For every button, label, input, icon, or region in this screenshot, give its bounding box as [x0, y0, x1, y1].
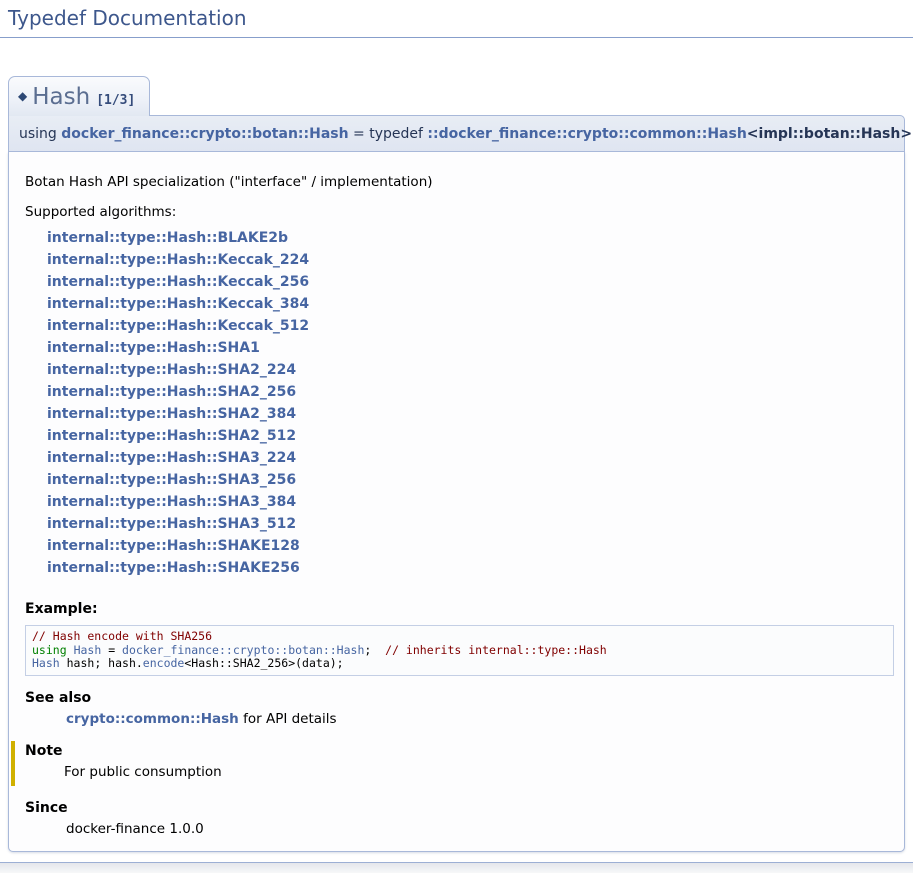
algorithm-link[interactable]: internal::type::Hash::SHA2_512 [47, 428, 296, 444]
code-line: using Hash = docker_finance::crypto::bot… [32, 644, 887, 658]
proto-name-link[interactable]: docker_finance::crypto::botan::Hash [61, 126, 348, 142]
algorithm-link[interactable]: internal::type::Hash::SHA3_384 [47, 494, 296, 510]
permalink-anchor-icon[interactable]: ◆ [18, 89, 27, 103]
see-also-suffix: for API details [239, 711, 337, 727]
proto-type-link[interactable]: ::docker_finance::crypto::common::Hash [427, 126, 746, 142]
list-item: internal::type::Hash::SHA3_512 [47, 513, 894, 535]
list-item: internal::type::Hash::SHA1 [47, 337, 894, 359]
algorithm-link[interactable]: internal::type::Hash::SHA3_224 [47, 450, 296, 466]
list-item: internal::type::Hash::SHAKE256 [47, 557, 894, 579]
algorithm-link[interactable]: internal::type::Hash::SHA1 [47, 340, 260, 356]
note-text: For public consumption [64, 764, 894, 780]
algorithm-link[interactable]: internal::type::Hash::SHA2_224 [47, 362, 296, 378]
code-link[interactable]: docker_finance::crypto::botan::Hash [122, 643, 364, 657]
since-text: docker-finance 1.0.0 [66, 821, 894, 837]
list-item: internal::type::Hash::Keccak_384 [47, 293, 894, 315]
note-section: Note For public consumption [11, 741, 894, 786]
list-item: internal::type::Hash::SHA2_256 [47, 381, 894, 403]
member-doc: Botan Hash API specialization ("interfac… [8, 152, 905, 852]
algorithm-link[interactable]: internal::type::Hash::SHA3_512 [47, 516, 296, 532]
since-section: Since docker-finance 1.0.0 [25, 800, 894, 837]
member-tab-title: Hash [32, 84, 90, 110]
code-text [67, 643, 74, 657]
code-comment: // Hash encode with SHA256 [32, 629, 212, 643]
algorithm-link[interactable]: internal::type::Hash::Keccak_384 [47, 296, 309, 312]
algorithm-link[interactable]: internal::type::Hash::Keccak_512 [47, 318, 309, 334]
algorithm-link[interactable]: internal::type::Hash::SHA2_384 [47, 406, 296, 422]
algorithms-list: internal::type::Hash::BLAKE2b internal::… [19, 227, 894, 579]
algorithm-link[interactable]: internal::type::Hash::SHAKE128 [47, 538, 300, 554]
example-label: Example: [25, 601, 894, 617]
member-item: ◆Hash[1/3] using docker_finance::crypto:… [8, 76, 905, 852]
proto-typedef-keyword: = typedef [349, 126, 428, 142]
list-item: internal::type::Hash::Keccak_256 [47, 271, 894, 293]
algorithm-link[interactable]: internal::type::Hash::Keccak_224 [47, 252, 309, 268]
page-title: Typedef Documentation [0, 0, 913, 38]
proto-using-keyword: using [19, 126, 61, 142]
member-overload-badge: [1/3] [96, 93, 135, 108]
see-also-label: See also [25, 690, 894, 706]
algorithm-link[interactable]: internal::type::Hash::SHAKE256 [47, 560, 300, 576]
member-prototype: using docker_finance::crypto::botan::Has… [8, 115, 905, 152]
algorithm-link[interactable]: internal::type::Hash::Keccak_256 [47, 274, 309, 290]
list-item: internal::type::Hash::SHA2_384 [47, 403, 894, 425]
algorithm-link[interactable]: internal::type::Hash::SHA2_256 [47, 384, 296, 400]
see-also-content: crypto::common::Hash for API details [66, 711, 894, 727]
code-comment: // inherits internal::type::Hash [385, 643, 607, 657]
since-label: Since [25, 800, 894, 816]
member-tab: ◆ Hash [1/3] [8, 76, 150, 116]
see-also-link[interactable]: crypto::common::Hash [66, 711, 239, 727]
list-item: internal::type::Hash::Keccak_512 [47, 315, 894, 337]
code-keyword: using [32, 643, 67, 657]
algorithm-link[interactable]: internal::type::Hash::BLAKE2b [47, 230, 288, 246]
doc-intro-text: Botan Hash API specialization ("interfac… [25, 174, 894, 190]
code-link[interactable]: encode [143, 656, 185, 670]
page-bottom-rule [0, 862, 913, 873]
code-text: ; [364, 643, 385, 657]
code-link[interactable]: Hash [32, 656, 60, 670]
code-text: hash; hash. [60, 656, 143, 670]
code-text: <Hash::SHA2_256>(data); [184, 656, 343, 670]
code-line: // Hash encode with SHA256 [32, 630, 887, 644]
list-item: internal::type::Hash::SHA2_512 [47, 425, 894, 447]
algorithms-label: Supported algorithms: [25, 204, 894, 220]
code-link[interactable]: Hash [74, 643, 102, 657]
see-also-section: See also crypto::common::Hash for API de… [25, 690, 894, 727]
list-item: internal::type::Hash::SHAKE128 [47, 535, 894, 557]
footer-shade [0, 863, 913, 873]
note-label: Note [25, 743, 894, 759]
list-item: internal::type::Hash::Keccak_224 [47, 249, 894, 271]
list-item: internal::type::Hash::SHA3_384 [47, 491, 894, 513]
list-item: internal::type::Hash::SHA3_224 [47, 447, 894, 469]
proto-template-args: <impl::botan::Hash> [747, 126, 912, 142]
code-fragment: // Hash encode with SHA256 using Hash = … [25, 625, 894, 676]
list-item: internal::type::Hash::SHA2_224 [47, 359, 894, 381]
list-item: internal::type::Hash::BLAKE2b [47, 227, 894, 249]
code-text: = [101, 643, 122, 657]
code-line: Hash hash; hash.encode<Hash::SHA2_256>(d… [32, 657, 887, 671]
list-item: internal::type::Hash::SHA3_256 [47, 469, 894, 491]
algorithm-link[interactable]: internal::type::Hash::SHA3_256 [47, 472, 296, 488]
